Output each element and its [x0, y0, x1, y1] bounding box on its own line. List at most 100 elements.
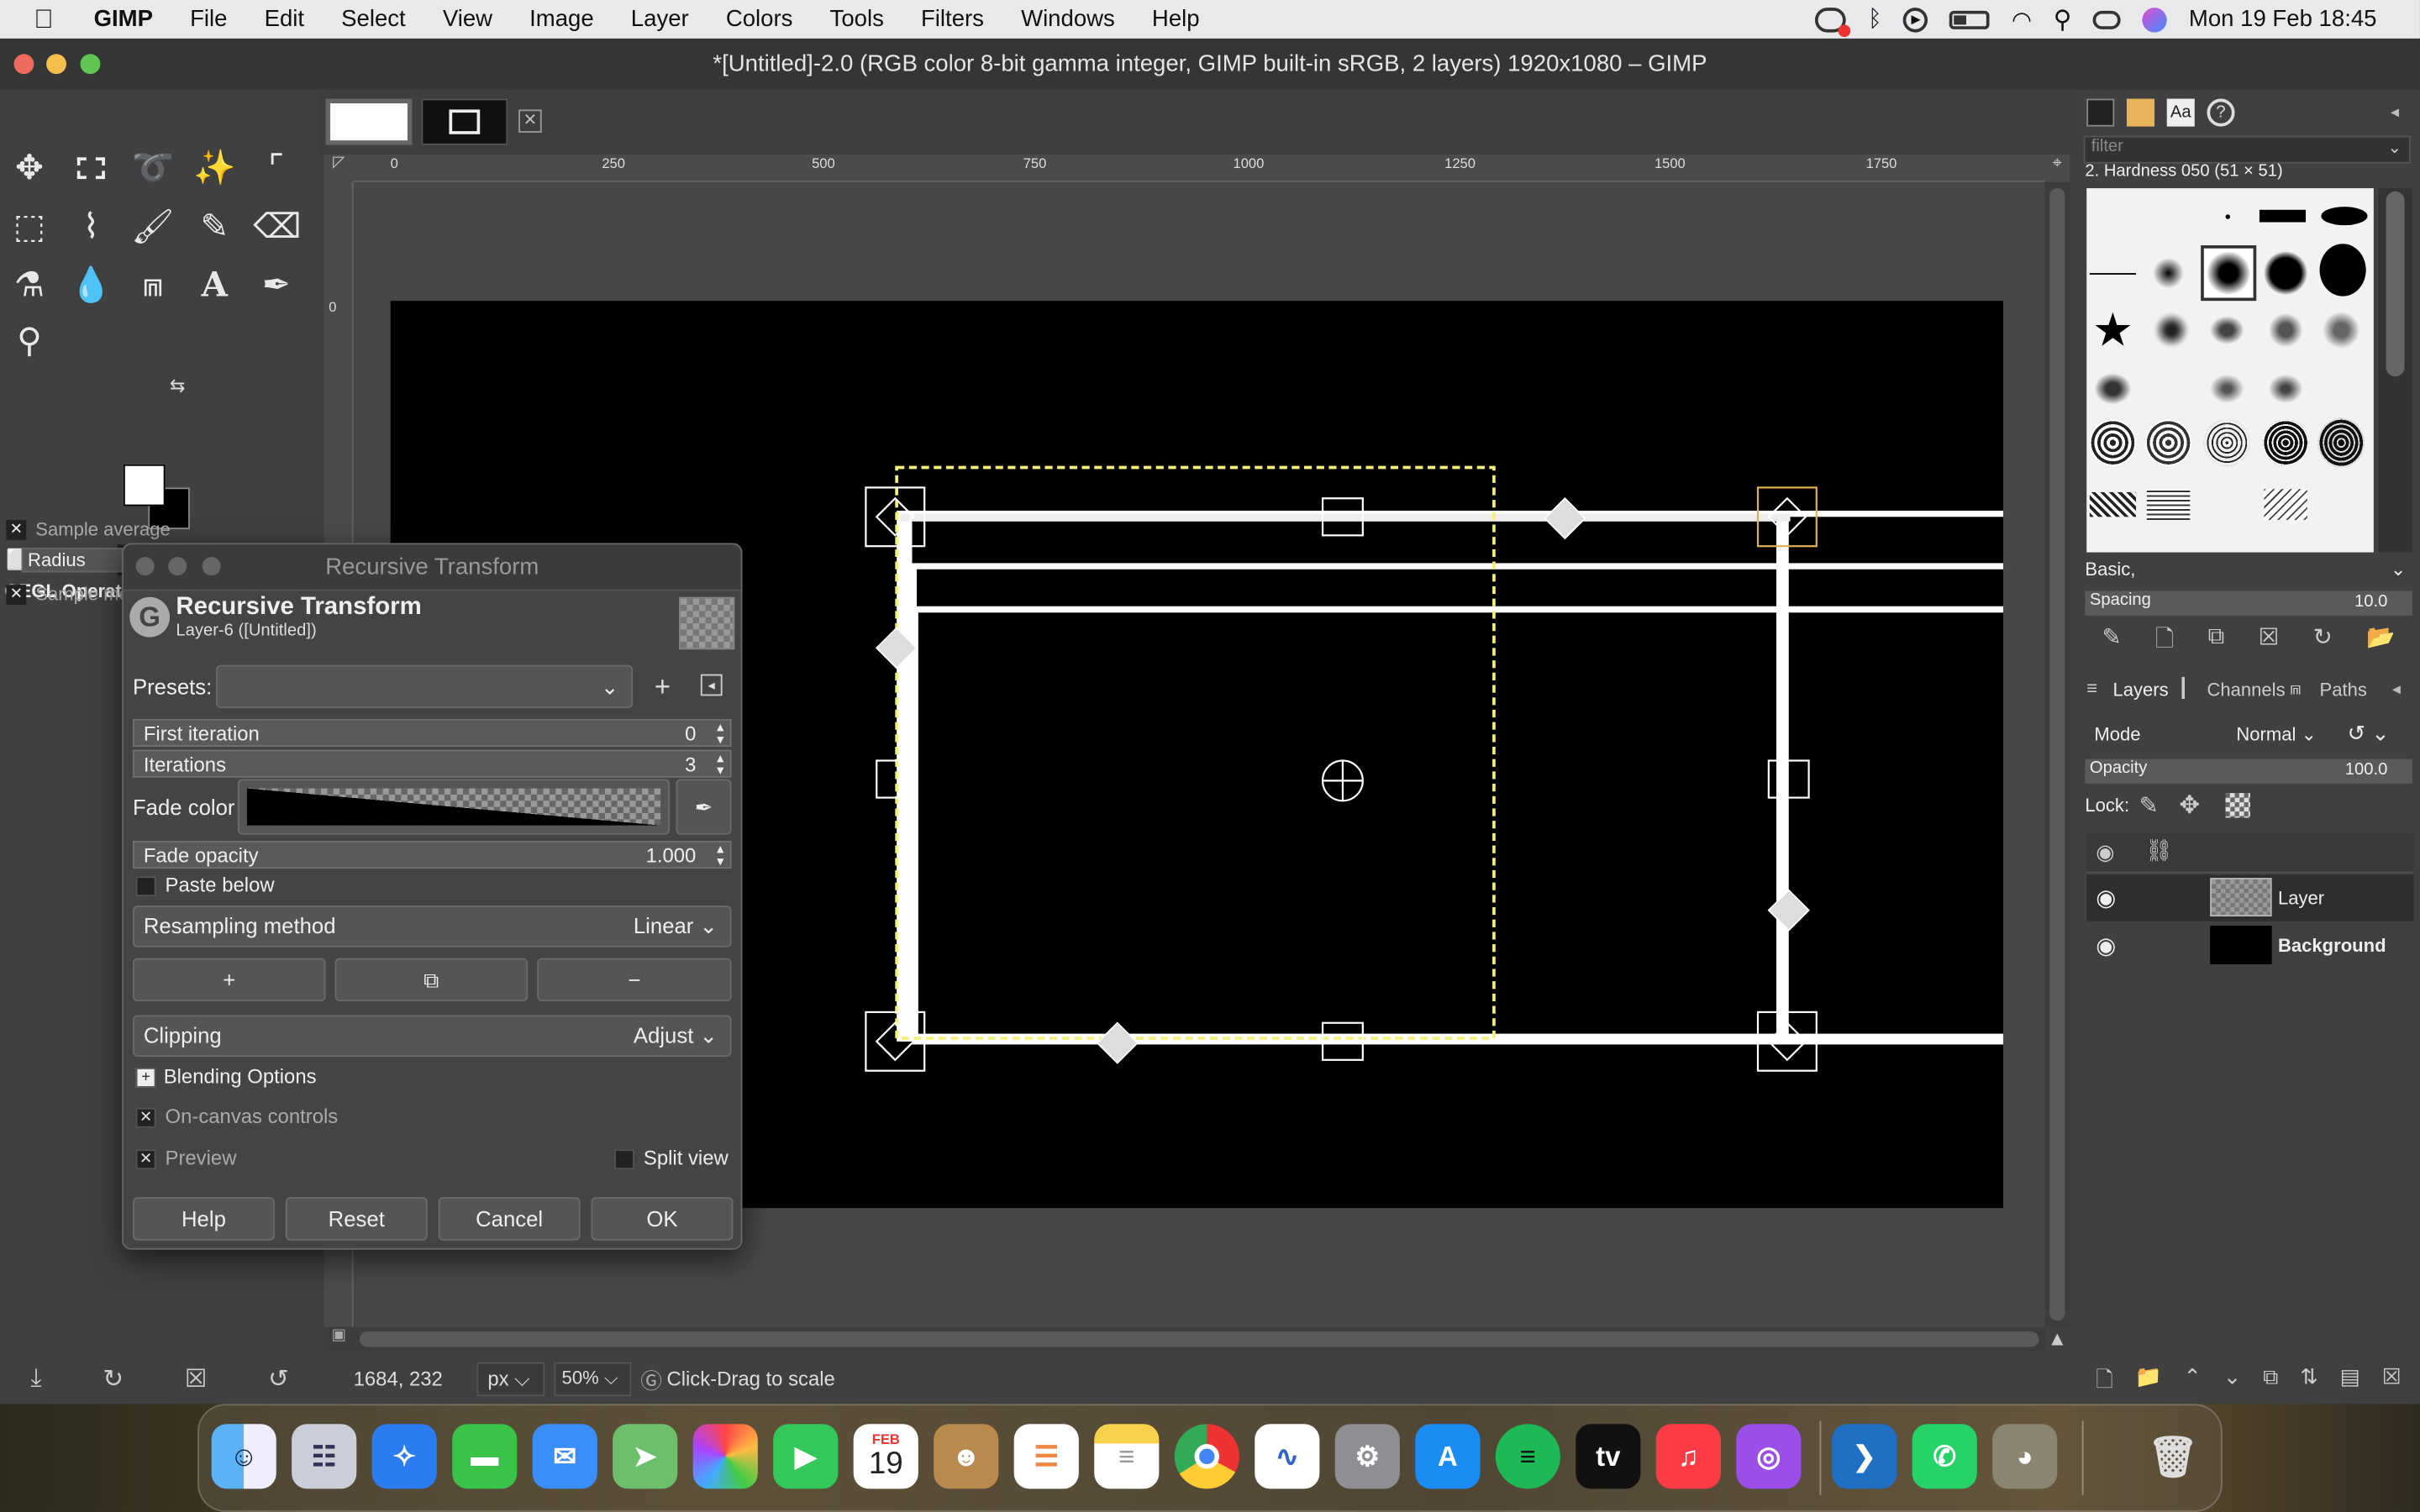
fade-opacity-field[interactable]: Fade opacity 1.000 ▴ ▾	[132, 841, 732, 869]
zoom-window-button[interactable]	[80, 54, 101, 75]
menu-file[interactable]: File	[171, 0, 245, 39]
brush-filter-input[interactable]: filter	[2083, 135, 2411, 164]
spinner-icon[interactable]: ▴ ▾	[717, 751, 723, 777]
cancel-button[interactable]: Cancel	[438, 1197, 581, 1241]
lower-layer-icon[interactable]: ⌄	[2223, 1364, 2242, 1398]
image-tab-thumb-1[interactable]	[325, 98, 413, 145]
apple-tv-icon[interactable]: tv	[1576, 1424, 1641, 1489]
delete-brush-icon[interactable]: ☒	[2259, 623, 2280, 657]
fade-color-button[interactable]	[237, 779, 671, 835]
rect-select-tool-icon[interactable]	[68, 145, 114, 192]
layers-tab-icon[interactable]: ≡	[2086, 677, 2097, 699]
bucket-fill-tool-icon[interactable]: 🖌	[129, 203, 176, 249]
music-icon[interactable]: ♫	[1655, 1424, 1721, 1489]
photos-icon[interactable]	[692, 1424, 758, 1489]
resampling-method-select[interactable]: Resampling method Linear ⌄	[132, 906, 732, 948]
zoom-tool-icon[interactable]: ⚲	[6, 318, 52, 364]
play-icon[interactable]: ▶	[1903, 7, 1928, 32]
trash-icon[interactable]: 🗑	[2141, 1424, 2206, 1488]
minimize-window-button[interactable]	[46, 54, 66, 75]
menu-layer[interactable]: Layer	[613, 0, 708, 39]
layer-name[interactable]: Background	[2278, 935, 2386, 957]
on-canvas-controls-checkbox[interactable]: ✕	[135, 1107, 156, 1128]
brush-tag-field[interactable]: Basic, ⌄	[2085, 559, 2412, 586]
ok-button[interactable]: OK	[591, 1197, 734, 1241]
chevron-down-icon[interactable]: ⌄	[2391, 559, 2406, 580]
brush-grid[interactable]: ★	[2086, 188, 2374, 553]
notes-icon[interactable]: ≡	[1094, 1424, 1160, 1489]
brushes-tab-icon[interactable]	[2086, 98, 2115, 127]
menu-view[interactable]: View	[424, 0, 511, 39]
zoom-selector[interactable]: 50% ⌵	[554, 1362, 632, 1397]
menu-windows[interactable]: Windows	[1002, 0, 1134, 39]
foreground-color-swatch[interactable]	[123, 464, 166, 507]
check-icon[interactable]: ✕	[6, 519, 27, 539]
safari-icon[interactable]: ✧	[371, 1424, 437, 1489]
ruler-corner-icon[interactable]: ◸	[324, 154, 354, 182]
spacing-field[interactable]: Spacing 10.0	[2085, 591, 2412, 616]
clone-tool-icon[interactable]: ⚗	[6, 262, 52, 308]
spinner-icon[interactable]: ▴ ▾	[717, 842, 723, 868]
restore-tool-preset-icon[interactable]: ↻	[103, 1364, 124, 1395]
unit-selector[interactable]: px ⌵	[476, 1362, 545, 1397]
dialog-minimize-button[interactable]	[168, 557, 187, 576]
app-menu-gimp[interactable]: GIMP	[76, 0, 172, 39]
finder-icon[interactable]: ☺	[211, 1424, 276, 1489]
facetime-icon[interactable]: ▶	[773, 1424, 839, 1489]
color-picker-tool-icon[interactable]: ✒	[253, 262, 299, 308]
add-transform-button[interactable]: +	[132, 958, 326, 1002]
fuzzy-select-tool-icon[interactable]: ✨	[192, 145, 238, 192]
color-picker-icon[interactable]: ✒	[676, 779, 732, 835]
chevron-down-icon[interactable]: ⌄	[2387, 137, 2402, 157]
apple-icon[interactable]: 	[0, 0, 76, 39]
spotify-icon[interactable]: ≡	[1495, 1424, 1560, 1489]
podcasts-icon[interactable]: ◎	[1736, 1424, 1802, 1489]
lock-position-icon[interactable]: ✥	[2179, 790, 2200, 821]
layer-opacity-field[interactable]: Opacity 100.0	[2085, 759, 2412, 785]
creative-cloud-icon[interactable]	[1815, 7, 1851, 37]
wifi-icon[interactable]: ◠	[2012, 5, 2032, 33]
fonts-tab-icon[interactable]: Aa	[2166, 98, 2195, 127]
preset-menu-icon[interactable]: ◂	[700, 674, 723, 696]
bluetooth-icon[interactable]: ᛒ	[1868, 6, 1882, 32]
reset-tool-options-icon[interactable]: ↺	[268, 1364, 289, 1395]
horizontal-scrollbar[interactable]	[353, 1326, 2045, 1352]
battery-icon[interactable]	[1949, 9, 1991, 29]
vertical-scrollbar[interactable]	[2044, 181, 2070, 1327]
calendar-icon[interactable]: FEB 19	[853, 1424, 918, 1489]
remove-transform-button[interactable]: −	[537, 958, 732, 1002]
delete-tool-preset-icon[interactable]: ☒	[185, 1364, 207, 1395]
menubar-clock[interactable]: Mon 19 Feb 18:45	[2189, 6, 2377, 32]
configure-tab-icon[interactable]: ◂	[2392, 679, 2401, 699]
zoom-image-icon[interactable]: ▲	[2045, 1327, 2070, 1355]
duplicate-brush-icon[interactable]: ⧉	[2208, 623, 2225, 657]
paintbrush-tool-icon[interactable]: ✎	[192, 203, 238, 249]
crop-tool-icon[interactable]: ⌜	[253, 145, 299, 192]
close-tab-icon[interactable]: ✕	[518, 109, 542, 133]
menu-select[interactable]: Select	[323, 0, 424, 39]
mask-icon[interactable]: ▤	[2340, 1364, 2360, 1398]
layer-name[interactable]: Layer	[2278, 887, 2324, 909]
iterations-field[interactable]: Iterations 3 ▴ ▾	[132, 749, 732, 778]
blending-options-expander[interactable]: Blending Options	[164, 1064, 317, 1088]
gimp-icon[interactable]: ◕	[1992, 1424, 2058, 1489]
search-icon[interactable]: ⚲	[2054, 4, 2072, 35]
tab-channels[interactable]: Channels	[2207, 679, 2285, 701]
system-settings-icon[interactable]: ⚙	[1334, 1424, 1400, 1489]
delete-layer-icon[interactable]: ☒	[2382, 1364, 2402, 1398]
menu-help[interactable]: Help	[1134, 0, 1218, 39]
clipping-select[interactable]: Clipping Adjust ⌄	[132, 1015, 732, 1058]
siri-icon[interactable]	[2142, 7, 2168, 32]
tab-paths[interactable]: Paths	[2320, 679, 2367, 701]
reminders-icon[interactable]: ☰	[1013, 1424, 1079, 1489]
duplicate-layer-icon[interactable]: ⧉	[2263, 1364, 2278, 1398]
split-view-checkbox[interactable]	[614, 1149, 634, 1170]
menu-colors[interactable]: Colors	[708, 0, 812, 39]
brush-grid-scrollbar[interactable]	[2378, 188, 2412, 553]
lock-alpha-icon[interactable]	[2225, 793, 2250, 818]
menu-image[interactable]: Image	[511, 0, 613, 39]
swap-colors-icon[interactable]: ⇆	[170, 375, 185, 396]
save-tool-preset-icon[interactable]: ⤓	[30, 1365, 41, 1393]
raise-layer-icon[interactable]: ⌃	[2184, 1364, 2202, 1398]
open-brush-icon[interactable]: 📂	[2366, 623, 2395, 657]
